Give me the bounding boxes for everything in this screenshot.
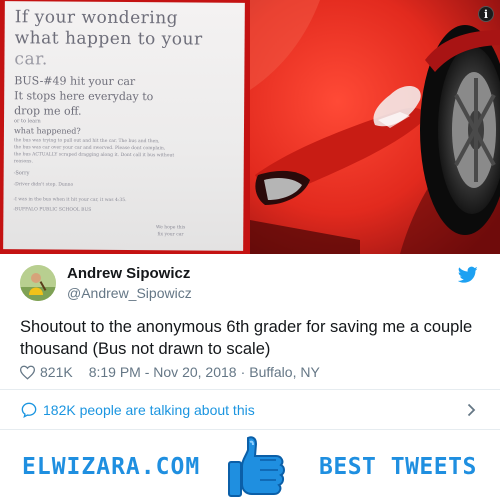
tweet-meta: 821K 8:19 PM - Nov 20, 2018 · Buffalo, N… (20, 364, 320, 380)
user-handle[interactable]: @Andrew_Sipowicz (67, 285, 192, 301)
like-count[interactable]: 821K (40, 364, 73, 380)
tweet-card[interactable]: Andrew Sipowicz @Andrew_Sipowicz Shoutou… (0, 254, 500, 390)
note-line: reasons. (13, 159, 33, 165)
note-line: what happen to your (14, 28, 203, 50)
tweet-timestamp[interactable]: 8:19 PM - Nov 20, 2018 (89, 364, 237, 380)
chevron-right-icon[interactable] (467, 403, 476, 417)
car-illustration (250, 0, 500, 254)
note-line: -BUFFALO PUBLIC SCHOOL BUS (13, 207, 92, 213)
site-footer-banner: ELWIZARA.COM BEST TWEETS (0, 430, 500, 502)
twitter-bird-icon[interactable] (458, 266, 478, 284)
note-line: If your wondering (14, 7, 179, 29)
note-line: drop me off. (14, 104, 82, 118)
note-line: fix your car (157, 232, 184, 238)
heart-icon[interactable] (20, 365, 35, 380)
note-line: -Sorry (13, 170, 30, 177)
avatar-image (20, 265, 56, 301)
note-line: car. (14, 49, 48, 70)
note-paper: If your wondering what happen to your ca… (3, 1, 245, 251)
thumbs-up-icon (228, 436, 285, 497)
handwritten-note-photo[interactable]: If your wondering what happen to your ca… (0, 0, 250, 254)
user-name[interactable]: Andrew Sipowicz (67, 265, 190, 282)
info-icon[interactable]: i (478, 6, 494, 22)
note-line: -I was in the bus when it hit your car, … (13, 197, 127, 204)
damaged-car-photo[interactable]: i (250, 0, 500, 254)
meta-separator: · (240, 364, 246, 380)
site-brand[interactable]: ELWIZARA.COM (22, 454, 200, 480)
comment-bubble-icon (21, 402, 37, 418)
note-line: It stops here everyday to (14, 89, 154, 104)
tweet-photo-strip[interactable]: If your wondering what happen to your ca… (0, 0, 500, 254)
note-line: BUS-#49 hit your car (14, 74, 136, 89)
conversation-link[interactable]: 182K people are talking about this (0, 390, 500, 430)
footer-tagline: BEST TWEETS (319, 454, 477, 480)
tweet-location[interactable]: Buffalo, NY (249, 364, 320, 380)
avatar[interactable] (20, 265, 56, 301)
conversation-count[interactable]: 182K people are talking about this (43, 402, 255, 418)
note-signature: We hope this fix your car (156, 224, 185, 238)
note-line: -Driver didn't stop. Dunno (13, 182, 74, 188)
tweet-text: Shoutout to the anonymous 6th grader for… (20, 318, 473, 358)
